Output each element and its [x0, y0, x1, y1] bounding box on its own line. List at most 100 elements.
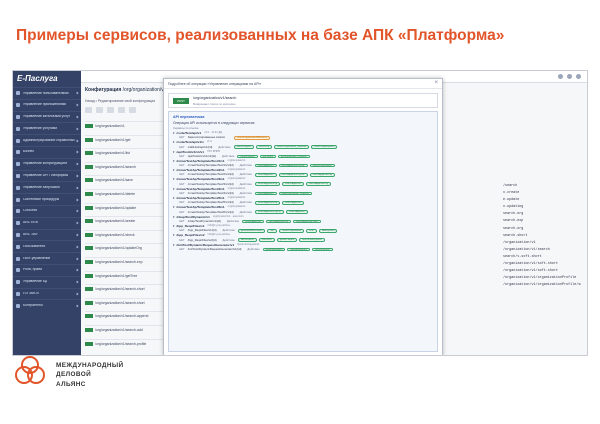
- list-item[interactable]: /org/organization/v1/search-exp: [85, 256, 165, 271]
- data-container-chip[interactable]: searchApplicant: [282, 201, 304, 205]
- operation-item[interactable]: ▾/nmas/TestAp/Template/Test/4/v1 org/temp…: [173, 187, 433, 196]
- list-item[interactable]: /org/organization/v1/check: [85, 229, 165, 244]
- data-container-chip[interactable]: searchApplicantOrg: [305, 182, 331, 187]
- chevron-down-icon[interactable]: ▾: [173, 233, 175, 237]
- data-container-chip[interactable]: searchApplicantOrgDoc: [254, 210, 285, 214]
- data-container-chip[interactable]: searchFile: [258, 238, 275, 242]
- data-container-chip[interactable]: searchOrganizationWithSearch: [233, 136, 271, 140]
- chevron-down-icon[interactable]: ▾: [173, 131, 175, 135]
- list-item[interactable]: /org/organization/v1/search-short: [85, 284, 165, 298]
- list-item[interactable]: /org/organization/v1/update: [85, 202, 165, 217]
- chevron-down-icon[interactable]: ▾: [173, 215, 175, 219]
- chevron-down-icon[interactable]: ▾: [173, 196, 175, 200]
- sidebar-item[interactable]: Администрирование справочных данных: [13, 134, 81, 146]
- list-item[interactable]: /org/organization/v1/search-append: [85, 311, 165, 325]
- list-item[interactable]: /org/organization/v1: [85, 121, 165, 135]
- operation-item[interactable]: ▾/nmas/TestAp/Template/Test/3/v1 org/temp…: [173, 177, 433, 187]
- notification-icon[interactable]: [558, 74, 563, 79]
- list-item[interactable]: /org/organization/v1/updateOrg: [85, 243, 165, 257]
- chevron-down-icon[interactable]: ▾: [173, 140, 175, 144]
- data-container-chip[interactable]: fileResponse: [318, 228, 338, 233]
- list-item[interactable]: /org/organization/v1/getTree: [85, 270, 165, 285]
- sidebar-item[interactable]: АИС ЭАУ: [13, 228, 81, 241]
- sidebar-item[interactable]: Контрагенты: [13, 299, 81, 311]
- data-container-chip[interactable]: generateBillDocument: [237, 228, 266, 233]
- edit-icon[interactable]: [107, 107, 114, 113]
- list-item[interactable]: /org/organization/v1/create: [85, 216, 165, 230]
- chevron-down-icon[interactable]: ▾: [173, 243, 175, 247]
- breadcrumb[interactable]: Назад • Редактирование свой конфигурации: [85, 99, 155, 103]
- operation-item[interactable]: ▾/api/TestA/v1/v1/v1 ЛТО ВПРВ GET/api/Test…: [173, 150, 433, 159]
- sidebar-item[interactable]: События: [13, 204, 81, 217]
- list-item[interactable]: /org/organization/v1/search-short: [85, 297, 165, 312]
- data-container-chip[interactable]: searchApplicant: [282, 182, 304, 187]
- settings-icon[interactable]: [567, 74, 572, 79]
- data-container-chip[interactable]: error: [306, 228, 317, 233]
- sidebar-item[interactable]: Системные процедуры: [13, 193, 81, 205]
- chevron-down-icon[interactable]: ▾: [173, 159, 175, 163]
- data-container-chip[interactable]: searchApplicantOrg: [254, 201, 281, 205]
- data-container-chip[interactable]: searchApplicant: [254, 173, 277, 177]
- list-item[interactable]: /org/organization/v1/save: [85, 175, 165, 189]
- sidebar-item[interactable]: Роли, права: [13, 263, 81, 276]
- data-container-chip[interactable]: searchOrganiz: [233, 145, 254, 149]
- data-container-chip[interactable]: searchApplicant: [254, 191, 277, 196]
- chevron-down-icon[interactable]: ▾: [173, 205, 175, 209]
- list-item[interactable]: /org/organization/v1/delete: [85, 188, 165, 203]
- data-container-chip[interactable]: searchOrganization: [309, 163, 335, 168]
- data-container-chip[interactable]: getOrgInfo: [259, 154, 276, 159]
- operation-item[interactable]: ▾/bpp_Reqs/Files/v1 ОА/ДС для работы GET/b…: [173, 224, 433, 233]
- operation-item[interactable]: ▾/bpp_Reqs/Files/v2 ОА/ДС для работы GET/b…: [173, 233, 433, 242]
- data-container-chip[interactable]: searchOrganiz: [237, 154, 258, 159]
- sidebar-item[interactable]: Управление запросами: [13, 181, 81, 193]
- chevron-down-icon[interactable]: ▾: [173, 177, 175, 181]
- data-container-chip[interactable]: searchOrganization: [279, 228, 305, 233]
- data-container-chip[interactable]: searchApplicantOrg: [309, 173, 335, 177]
- data-container-chip[interactable]: generateRequest: [262, 247, 286, 252]
- operation-item[interactable]: ▾/nbap/Test/Dynamic/v1 org/dynamic/v1 · a…: [173, 215, 433, 224]
- operation-item[interactable]: ▾/nmas/TestAp/Template/Test/6/v1 org/temp…: [173, 205, 433, 214]
- data-container-chip[interactable]: dynamicRequest: [287, 247, 310, 252]
- data-container-chip[interactable]: getOrganization_response: [277, 154, 310, 159]
- sidebar-item[interactable]: ПЭ ЭМОП: [13, 287, 81, 300]
- data-container-chip[interactable]: searchApplicantOrgDoc: [278, 173, 308, 177]
- sidebar-item[interactable]: Управление услугами: [13, 122, 81, 134]
- view-icon[interactable]: [96, 107, 103, 113]
- list-item[interactable]: /org/organization/v1/search: [85, 161, 165, 176]
- data-container-chip[interactable]: searchApplicantProfile: [292, 219, 321, 224]
- data-container-chip[interactable]: fileDocument: [237, 238, 257, 242]
- data-container-chip[interactable]: searchOrganization_response: [274, 145, 310, 149]
- sidebar-item[interactable]: Управление приложениями: [13, 98, 81, 111]
- data-container-chip[interactable]: searchOrgResponse: [311, 145, 338, 149]
- sidebar-item[interactable]: Пост-управление: [13, 252, 81, 264]
- data-container-chip[interactable]: headOrganization_response: [278, 191, 312, 196]
- data-container-chip[interactable]: searchApplicant: [286, 210, 308, 214]
- list-item[interactable]: /org/organization/v1/get: [85, 134, 165, 149]
- chevron-down-icon[interactable]: ▾: [173, 150, 175, 154]
- data-container-chip[interactable]: getFileContent: [276, 238, 297, 242]
- sidebar-item[interactable]: Управление конфигурацией: [13, 157, 81, 170]
- data-container-chip[interactable]: searchDynamic: [311, 247, 333, 252]
- data-container-chip[interactable]: searchApplicantOrg: [254, 182, 281, 187]
- sidebar-item[interactable]: АИС ЕЕИ: [13, 216, 81, 229]
- chevron-down-icon[interactable]: ▾: [173, 224, 175, 228]
- data-container-chip[interactable]: searchApplicant: [242, 219, 264, 224]
- chevron-down-icon[interactable]: ▾: [173, 168, 175, 172]
- operation-item[interactable]: ▾/tmi/Test/DynamicRequestGenerator/v1 dyn…: [173, 243, 433, 252]
- add-icon[interactable]: [85, 107, 92, 113]
- operation-item[interactable]: ▾/nmas/TestAp/Template/Test/5/v1 org/temp…: [173, 196, 433, 205]
- list-item[interactable]: /org/organization/v1/list: [85, 148, 165, 162]
- copy-icon[interactable]: [118, 107, 125, 113]
- operation-item[interactable]: ▾/nmas/TestAp/Template/Test/2/v1 org/temp…: [173, 168, 433, 177]
- data-container-chip[interactable]: searchApplicantOrgDoc: [278, 163, 308, 168]
- sidebar-item[interactable]: Управление API Платформы: [13, 169, 81, 182]
- sidebar-item[interactable]: Управление пользователями: [13, 87, 81, 99]
- delete-icon[interactable]: [129, 107, 136, 113]
- chevron-down-icon[interactable]: ▾: [173, 187, 175, 191]
- user-avatar-icon[interactable]: [576, 74, 581, 79]
- data-container-chip[interactable]: searchFileResponse: [298, 238, 325, 242]
- operation-item[interactable]: ▾/code/Test/api/v1 v1.0 · 11:41 ДД GET Заре…: [173, 131, 433, 140]
- data-container-chip[interactable]: files: [267, 228, 278, 233]
- list-item[interactable]: /org/organization/v1/search-profile: [85, 338, 165, 353]
- list-item[interactable]: /org/organization/v1/search-add: [85, 324, 165, 339]
